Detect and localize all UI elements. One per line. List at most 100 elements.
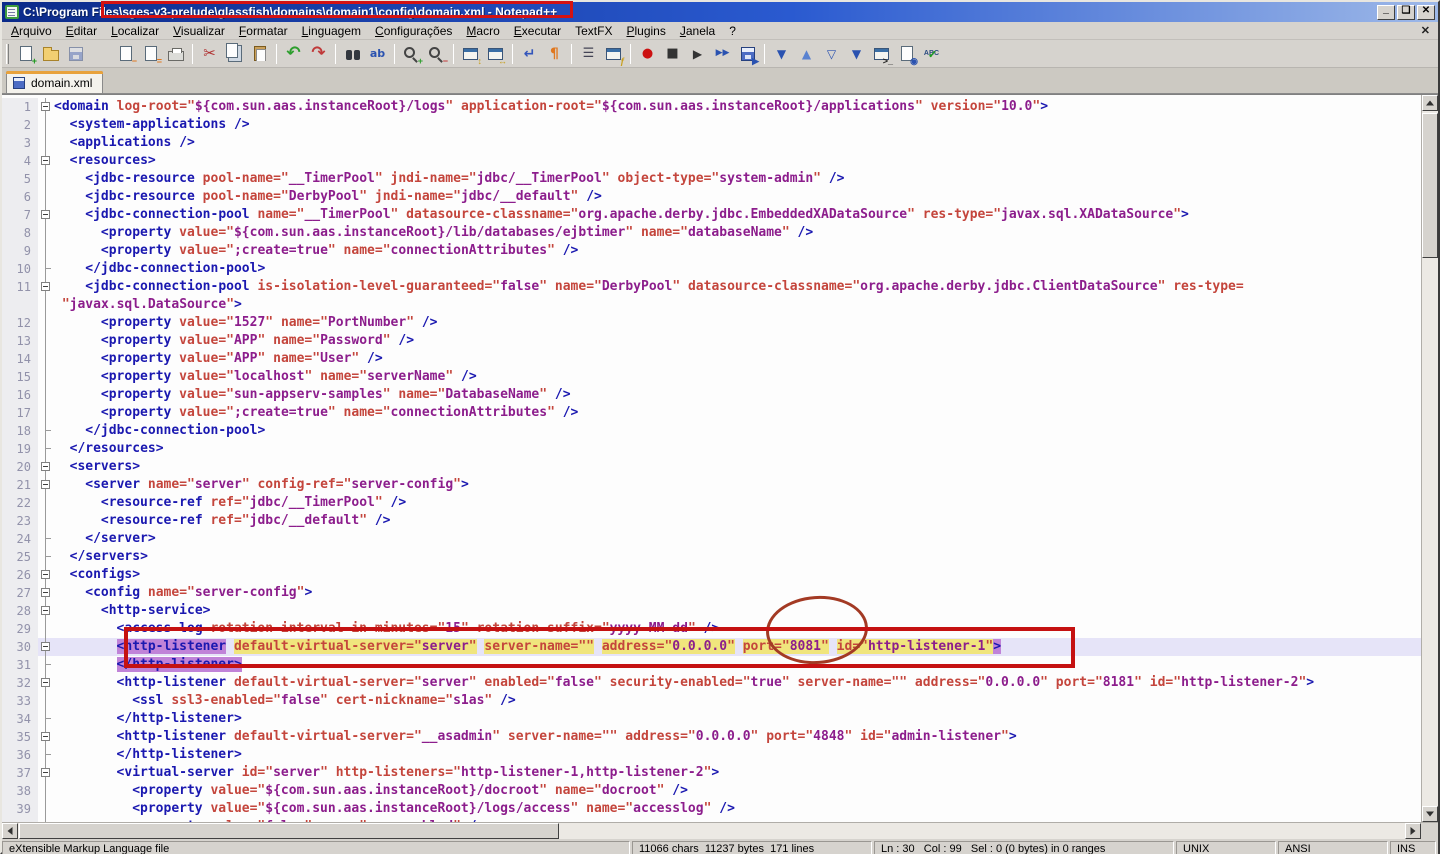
- horizontal-scroll-track[interactable]: [559, 823, 1405, 839]
- horizontal-scroll-thumb[interactable]: [19, 823, 559, 839]
- scroll-left-icon[interactable]: [2, 823, 18, 839]
- redo-icon[interactable]: ↷: [307, 42, 330, 65]
- code-text[interactable]: <property value="APP" name="User" />: [54, 350, 1421, 368]
- code-text[interactable]: <resource-ref ref="jdbc/__default" />: [54, 512, 1421, 530]
- scroll-right-icon[interactable]: [1405, 823, 1421, 839]
- menu-item-visualizar[interactable]: Visualizar: [166, 23, 232, 39]
- fold-collapse-icon[interactable]: [41, 570, 50, 579]
- code-line-34[interactable]: 34 </http-listener>: [2, 710, 1421, 728]
- fold-margin[interactable]: [38, 764, 54, 782]
- vertical-scroll-track[interactable]: [1422, 258, 1438, 806]
- code-line-39[interactable]: 39 <property value="${com.sun.aas.instanc…: [2, 800, 1421, 818]
- code-text[interactable]: <property value="${com.sun.aas.instanceR…: [54, 800, 1421, 818]
- code-text[interactable]: <resource-ref ref="jdbc/__TimerPool" />: [54, 494, 1421, 512]
- code-line-38[interactable]: 38 <property value="${com.sun.aas.instanc…: [2, 782, 1421, 800]
- code-text[interactable]: <virtual-server id="server" http-listene…: [54, 764, 1421, 782]
- code-line-15[interactable]: 15 <property value="localhost" name="serv…: [2, 368, 1421, 386]
- code-text[interactable]: </resources>: [54, 440, 1421, 458]
- code-text[interactable]: <jdbc-resource pool-name="__TimerPool" j…: [54, 170, 1421, 188]
- code-text[interactable]: </servers>: [54, 548, 1421, 566]
- fold-margin[interactable]: [38, 476, 54, 494]
- code-line-37[interactable]: 37 <virtual-server id="server" http-liste…: [2, 764, 1421, 782]
- editor-area[interactable]: 1 <domain log-root="${com.sun.aas.instanc…: [2, 94, 1438, 822]
- close-button[interactable]: ✕: [1417, 4, 1435, 20]
- textfx-1-icon[interactable]: ▼: [770, 42, 793, 65]
- sync-horizontal-scroll-icon[interactable]: ↔: [484, 42, 507, 66]
- code-line-35[interactable]: 35 <http-listener default-virtual-server=…: [2, 728, 1421, 746]
- code-text[interactable]: </jdbc-connection-pool>: [54, 260, 1421, 278]
- code-text[interactable]: <config name="server-config">: [54, 584, 1421, 602]
- menu-item--[interactable]: ?: [722, 23, 743, 39]
- code-text[interactable]: <jdbc-connection-pool name="__TimerPool"…: [54, 206, 1421, 224]
- minimize-button[interactable]: _: [1377, 4, 1395, 20]
- fold-margin[interactable]: [38, 98, 54, 116]
- print-icon[interactable]: [164, 42, 187, 65]
- code-text[interactable]: <property value="APP" name="Password" />: [54, 332, 1421, 350]
- word-wrap-icon[interactable]: ↵: [518, 42, 541, 65]
- menu-item-arquivo[interactable]: Arquivo: [4, 23, 59, 39]
- zoom-out-icon[interactable]: −: [425, 42, 448, 66]
- code-line-25[interactable]: 25 </servers>: [2, 548, 1421, 566]
- code-text[interactable]: <property value="1527" name="PortNumber"…: [54, 314, 1421, 332]
- replace-icon[interactable]: ab: [366, 42, 389, 65]
- fold-margin[interactable]: [38, 566, 54, 584]
- menu-item-linguagem[interactable]: Linguagem: [295, 23, 368, 39]
- function-list-icon[interactable]: ƒ: [602, 42, 625, 66]
- code-text[interactable]: <jdbc-resource pool-name="DerbyPool" jnd…: [54, 188, 1421, 206]
- menu-item-janela[interactable]: Janela: [673, 23, 722, 39]
- code-line-26[interactable]: 26 <configs>: [2, 566, 1421, 584]
- code-text[interactable]: <system-applications />: [54, 116, 1421, 134]
- code-text[interactable]: <property value=";create=true" name="con…: [54, 404, 1421, 422]
- code-text[interactable]: <http-service>: [54, 602, 1421, 620]
- zoom-in-icon[interactable]: +: [400, 42, 423, 66]
- vertical-scrollbar[interactable]: [1421, 95, 1438, 822]
- code-line-32[interactable]: 32 <http-listener default-virtual-server=…: [2, 674, 1421, 692]
- code-line-1[interactable]: 1 <domain log-root="${com.sun.aas.instanc…: [2, 98, 1421, 116]
- menu-item-macro[interactable]: Macro: [459, 23, 506, 39]
- fold-collapse-icon[interactable]: [41, 156, 50, 165]
- code-text[interactable]: </jdbc-connection-pool>: [54, 422, 1421, 440]
- open-file-icon[interactable]: [39, 42, 62, 65]
- vertical-scroll-thumb[interactable]: [1422, 113, 1438, 258]
- indent-guide-icon[interactable]: ☰: [577, 42, 600, 65]
- code-line-3[interactable]: 3 <applications />: [2, 134, 1421, 152]
- code-line-13[interactable]: 13 <property value="APP" name="Password" …: [2, 332, 1421, 350]
- text-pane[interactable]: 1 <domain log-root="${com.sun.aas.instanc…: [2, 95, 1421, 822]
- code-line-21[interactable]: 21 <server name="server" config-ref="serv…: [2, 476, 1421, 494]
- fold-collapse-icon[interactable]: [41, 642, 50, 651]
- save-all-icon[interactable]: [89, 42, 112, 65]
- code-text[interactable]: <servers>: [54, 458, 1421, 476]
- code-line-30[interactable]: 30 <http-listener default-virtual-server=…: [2, 638, 1421, 656]
- restore-button[interactable]: ❏: [1397, 4, 1415, 20]
- code-line-14[interactable]: 14 <property value="APP" name="User" />: [2, 350, 1421, 368]
- code-text[interactable]: <property value="${com.sun.aas.instanceR…: [54, 224, 1421, 242]
- macro-save-icon[interactable]: ▶: [736, 42, 759, 66]
- code-line-6[interactable]: 6 <jdbc-resource pool-name="DerbyPool" jn…: [2, 188, 1421, 206]
- fold-collapse-icon[interactable]: [41, 732, 50, 741]
- code-line-33[interactable]: 33 <ssl ssl3-enabled="false" cert-nicknam…: [2, 692, 1421, 710]
- code-line-17[interactable]: 17 <property value=";create=true" name="c…: [2, 404, 1421, 422]
- scroll-down-icon[interactable]: [1422, 806, 1438, 822]
- fold-collapse-icon[interactable]: [41, 282, 50, 291]
- fold-collapse-icon[interactable]: [41, 462, 50, 471]
- code-line-7[interactable]: 7 <jdbc-connection-pool name="__TimerPool…: [2, 206, 1421, 224]
- code-text[interactable]: <access-log rotation-interval-in-minutes…: [54, 620, 1421, 638]
- code-text[interactable]: <property value="false" name="sso-enable…: [54, 818, 1421, 822]
- code-line-20[interactable]: 20 <servers>: [2, 458, 1421, 476]
- code-line-11[interactable]: 11 <jdbc-connection-pool is-isolation-lev…: [2, 278, 1421, 296]
- code-line-23[interactable]: 23 <resource-ref ref="jdbc/__default" />: [2, 512, 1421, 530]
- cut-icon[interactable]: ✂: [198, 42, 221, 65]
- save-icon[interactable]: [64, 42, 87, 65]
- fold-collapse-icon[interactable]: [41, 768, 50, 777]
- paste-icon[interactable]: [248, 42, 271, 65]
- fold-collapse-icon[interactable]: [41, 678, 50, 687]
- code-line-31[interactable]: 31 </http-listener>: [2, 656, 1421, 674]
- horizontal-scrollbar[interactable]: [2, 822, 1421, 839]
- code-text[interactable]: "javax.sql.DataSource">: [54, 296, 1421, 314]
- sync-vertical-scroll-icon[interactable]: ↕: [459, 42, 482, 66]
- scroll-up-icon[interactable]: [1422, 95, 1438, 111]
- code-text[interactable]: </http-listener>: [54, 656, 1421, 674]
- code-line-16[interactable]: 16 <property value="sun-appserv-samples" …: [2, 386, 1421, 404]
- fold-margin[interactable]: [38, 728, 54, 746]
- menu-item-formatar[interactable]: Formatar: [232, 23, 295, 39]
